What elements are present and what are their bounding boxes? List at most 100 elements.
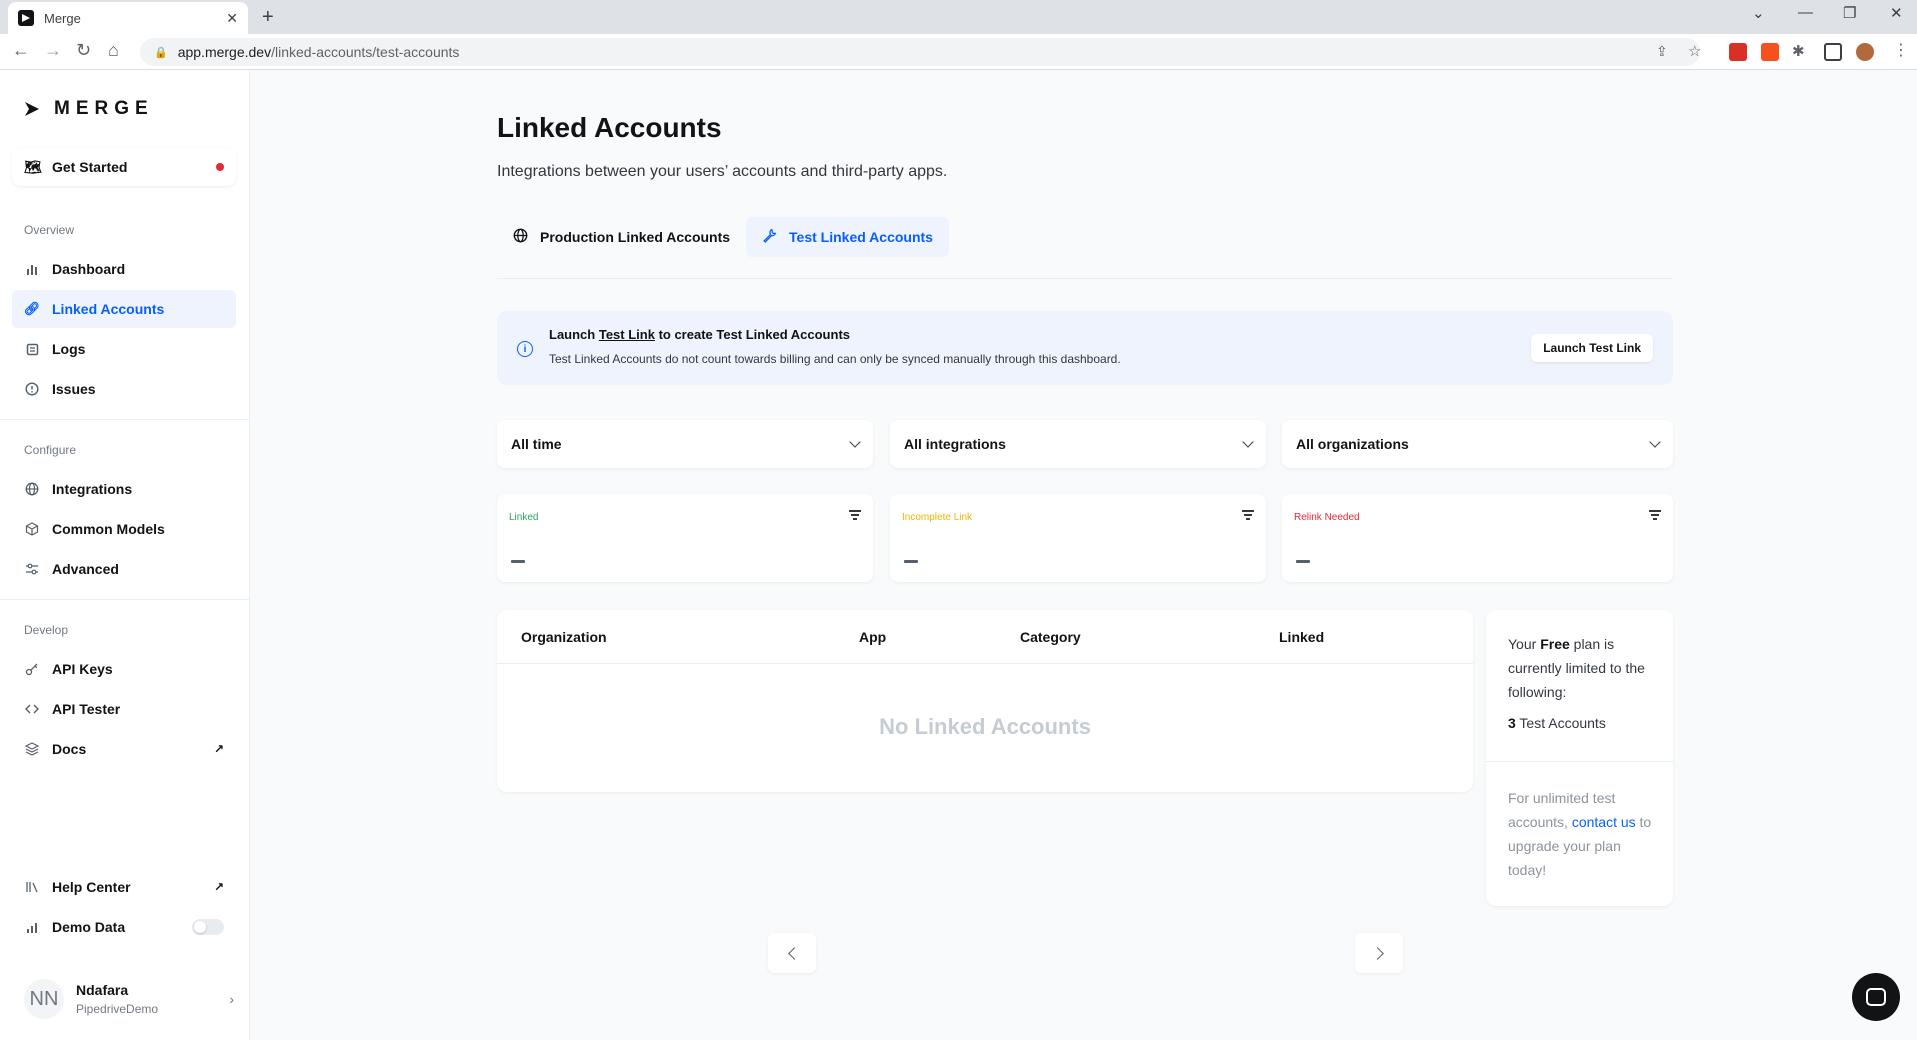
chevron-right-icon — [1370, 946, 1384, 960]
tab-test-linked-accounts[interactable]: Test Linked Accounts — [746, 217, 949, 257]
share-icon[interactable]: ⇪ — [1656, 43, 1668, 60]
user-org: PipedriveDemo — [76, 1002, 159, 1016]
side-panel-icon[interactable] — [1824, 43, 1842, 61]
library-icon — [24, 879, 40, 895]
plan-limit-count: 3 — [1508, 715, 1516, 731]
bar-chart-icon — [24, 261, 40, 277]
merge-logo[interactable]: MERGE — [24, 98, 154, 120]
sidebar-item-docs[interactable]: Docs ↗ — [12, 730, 236, 768]
sidebar-item-logs[interactable]: Logs — [12, 330, 236, 368]
page-title: Linked Accounts — [497, 112, 722, 143]
sidebar-item-integrations[interactable]: Integrations — [12, 470, 236, 508]
extension-red-icon[interactable] — [1729, 43, 1747, 61]
tab-label: Test Linked Accounts — [789, 229, 933, 245]
restore-icon[interactable]: ❐ — [1843, 4, 1856, 22]
stat-card-relink-needed: Relink Needed — [1282, 494, 1673, 582]
browser-tab-title: Merge — [44, 10, 81, 26]
get-started-button[interactable]: 🗺︎ Get Started — [12, 148, 236, 186]
filter-icon[interactable] — [849, 510, 861, 522]
sidebar-divider — [0, 419, 250, 420]
support-chat-button[interactable] — [1852, 973, 1900, 1021]
sidebar: MERGE 🗺︎ Get Started Overview Dashboard … — [0, 70, 250, 1040]
tab-search-icon[interactable]: ⌄ — [1752, 4, 1765, 22]
sidebar-item-api-tester[interactable]: API Tester — [12, 690, 236, 728]
sidebar-item-help-center[interactable]: Help Center ↗ — [12, 868, 236, 906]
filter-icon[interactable] — [1649, 510, 1661, 522]
wrench-icon — [762, 228, 777, 246]
sidebar-item-advanced[interactable]: Advanced — [12, 550, 236, 588]
url-host: app.merge.dev — [177, 44, 272, 60]
external-link-icon: ↗ — [213, 742, 224, 756]
stat-label: Relink Needed — [1294, 512, 1360, 523]
code-icon — [24, 701, 40, 717]
sidebar-item-label: Linked Accounts — [52, 301, 165, 317]
plan-name: Free — [1540, 636, 1570, 652]
external-link-icon: ↗ — [213, 880, 224, 894]
cube-icon — [24, 521, 40, 537]
filter-icon[interactable] — [1242, 510, 1254, 522]
chevron-left-icon — [787, 946, 801, 960]
home-icon[interactable]: ⌂ — [108, 40, 119, 61]
sidebar-divider — [0, 599, 250, 600]
time-filter-select[interactable]: All time — [497, 420, 873, 468]
demo-data-label: Demo Data — [52, 919, 126, 935]
new-tab-icon[interactable]: + — [262, 6, 274, 29]
column-header-app: App — [859, 629, 887, 645]
sidebar-item-dashboard[interactable]: Dashboard — [12, 250, 236, 288]
forward-icon[interactable]: → — [44, 40, 62, 61]
sidebar-item-label: API Tester — [52, 701, 121, 717]
chevron-down-icon — [849, 436, 861, 448]
plan-description: Your Free plan is currently limited to t… — [1508, 632, 1658, 704]
merge-favicon-icon — [18, 10, 34, 26]
chevron-down-icon — [1649, 436, 1661, 448]
browser-tab[interactable]: Merge ✕ — [8, 2, 248, 34]
sidebar-item-label: Logs — [52, 341, 86, 357]
test-link-banner: i Launch Test Link to create Test Linked… — [497, 311, 1673, 385]
browser-tab-bar: Merge ✕ + ⌄ — ❐ ✕ — [0, 0, 1917, 34]
user-info: Ndafara PipedriveDemo — [76, 982, 158, 1016]
sidebar-item-issues[interactable]: Issues — [12, 370, 236, 408]
browser-menu-icon[interactable]: ⋮ — [1893, 40, 1909, 60]
minimize-icon[interactable]: — — [1798, 4, 1813, 21]
brand-name: MERGE — [54, 98, 154, 119]
extension-orange-icon[interactable] — [1761, 43, 1779, 61]
develop-section-label: Develop — [24, 623, 69, 637]
logs-icon — [24, 341, 40, 357]
user-menu[interactable]: NN Ndafara PipedriveDemo › — [24, 978, 234, 1020]
test-link-link[interactable]: Test Link — [599, 327, 655, 342]
sidebar-item-label: Docs — [52, 741, 87, 757]
merge-logo-icon — [25, 102, 39, 116]
tabs-divider — [497, 278, 1673, 279]
address-bar[interactable]: 🔒 app.merge.dev/linked-accounts/test-acc… — [140, 38, 1700, 66]
sidebar-item-linked-accounts[interactable]: 🔗︎ Linked Accounts — [12, 290, 236, 328]
profile-avatar-icon[interactable] — [1856, 43, 1874, 61]
lock-icon: 🔒 — [154, 46, 168, 59]
tab-production-linked-accounts[interactable]: Production Linked Accounts — [497, 217, 746, 257]
layers-icon — [24, 741, 40, 757]
close-tab-icon[interactable]: ✕ — [226, 10, 238, 27]
integration-filter-select[interactable]: All integrations — [890, 420, 1266, 468]
reload-icon[interactable]: ↻ — [76, 40, 91, 61]
extensions-puzzle-icon[interactable]: ✱ — [1792, 42, 1805, 60]
window-close-icon[interactable]: ✕ — [1890, 4, 1903, 22]
contact-us-link[interactable]: contact us — [1572, 814, 1636, 830]
plan-text-prefix: Your — [1508, 636, 1541, 652]
stat-label: Linked — [509, 512, 539, 523]
back-icon[interactable]: ← — [12, 40, 30, 61]
empty-state-text: No Linked Accounts — [879, 714, 1091, 739]
plan-limit-label: Test Accounts — [1515, 715, 1606, 731]
table-header: Organization App Category Linked — [497, 610, 1473, 664]
plan-limits-card: Your Free plan is currently limited to t… — [1486, 610, 1673, 906]
launch-test-link-button[interactable]: Launch Test Link — [1531, 334, 1653, 362]
sidebar-item-api-keys[interactable]: API Keys — [12, 650, 236, 688]
demo-data-toggle[interactable] — [192, 919, 224, 935]
previous-page-button[interactable] — [768, 933, 816, 973]
next-page-button[interactable] — [1355, 933, 1403, 973]
sidebar-item-common-models[interactable]: Common Models — [12, 510, 236, 548]
notification-dot — [216, 163, 224, 171]
bookmark-star-icon[interactable]: ☆ — [1688, 42, 1701, 60]
organization-filter-select[interactable]: All organizations — [1282, 420, 1673, 468]
chevron-right-icon: › — [229, 991, 234, 1007]
get-started-label: Get Started — [52, 159, 128, 175]
banner-title: Launch Test Link to create Test Linked A… — [549, 327, 850, 342]
